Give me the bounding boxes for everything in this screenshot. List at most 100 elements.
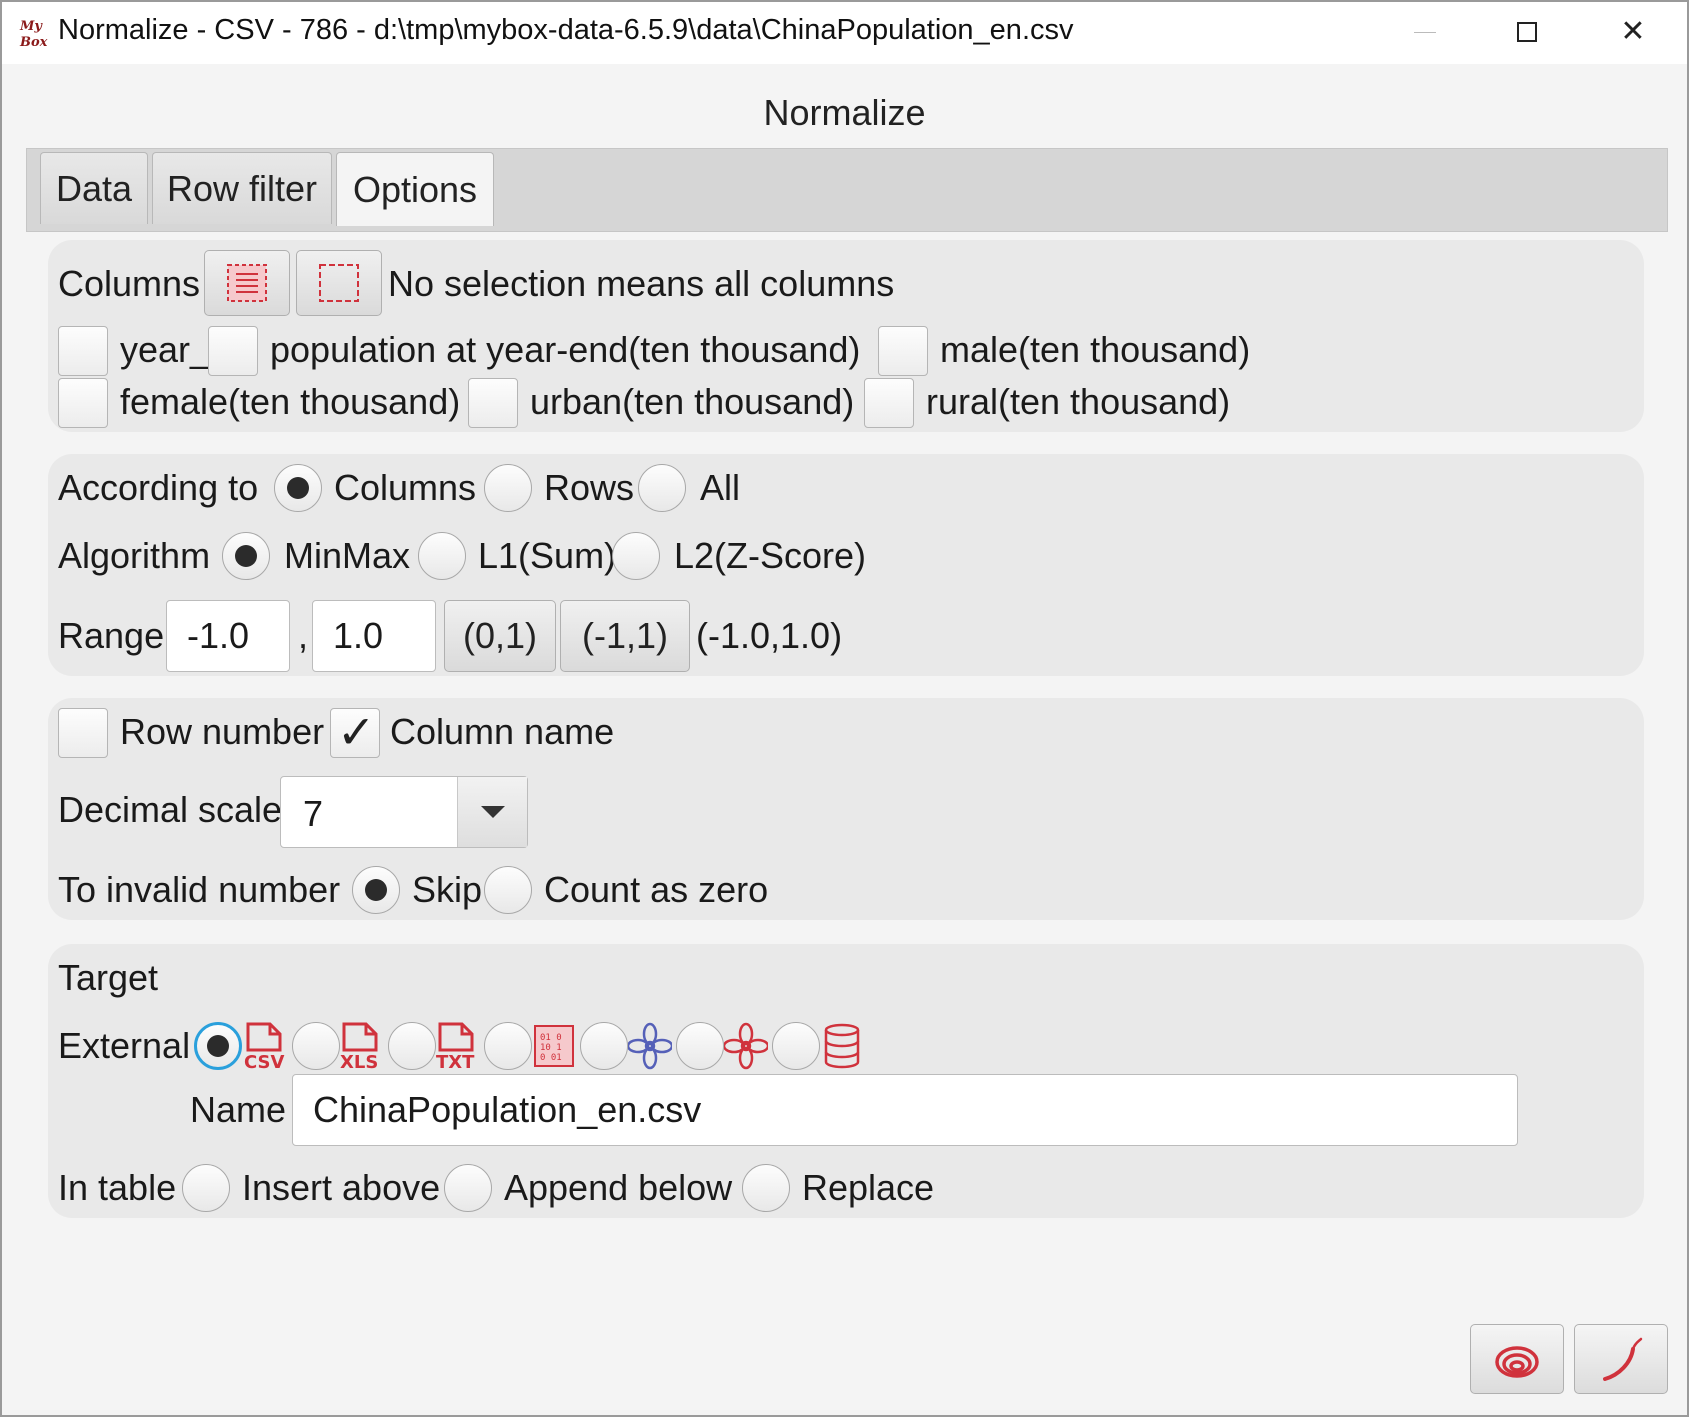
range-from-input[interactable]: -1.0 <box>166 600 290 672</box>
app-logo-icon: My Box <box>18 16 52 50</box>
decimal-scale-value: 7 <box>303 793 324 834</box>
svg-text:01 0: 01 0 <box>540 1033 562 1043</box>
close-icon: ✕ <box>1620 15 1646 48</box>
column-label-year: year_ <box>120 329 211 370</box>
format-csv-radio[interactable] <box>194 1022 242 1070</box>
column-name-label: Column name <box>390 711 615 752</box>
column-label-population: population at year-end(ten thousand) <box>270 329 861 370</box>
title-bar: My Box Normalize - CSV - 786 - d:\tmp\my… <box>0 0 1689 64</box>
column-label-female: female(ten thousand) <box>120 381 461 422</box>
insert-above-label: Insert above <box>242 1167 441 1208</box>
dropdown-arrow-icon[interactable] <box>457 777 527 847</box>
tab-data[interactable]: Data <box>40 152 148 224</box>
spiral-icon <box>1495 1346 1539 1378</box>
format-matrix-radio[interactable] <box>484 1022 532 1070</box>
external-label: External <box>58 1025 191 1066</box>
select-none-icon <box>319 264 359 302</box>
format-xls-radio[interactable] <box>292 1022 340 1070</box>
row-number-label: Row number <box>120 711 325 752</box>
svg-text:Box: Box <box>19 35 48 50</box>
row-number-checkbox[interactable] <box>58 708 108 758</box>
column-checkbox-population[interactable] <box>208 326 258 376</box>
format-txt-radio[interactable] <box>388 1022 436 1070</box>
invalid-number-label: To invalid number <box>58 869 341 910</box>
insert-above-radio[interactable] <box>182 1164 230 1212</box>
algorithm-l2-radio[interactable] <box>612 532 660 580</box>
range-neg1-1-button[interactable]: (-1,1) <box>560 600 690 672</box>
range-0-1-button[interactable]: (0,1) <box>444 600 556 672</box>
column-checkbox-male[interactable] <box>878 326 928 376</box>
invalid-skip-label: Skip <box>412 869 483 910</box>
range-current-value: (-1.0,1.0) <box>696 615 843 656</box>
range-to-input[interactable]: 1.0 <box>312 600 436 672</box>
column-label-rural: rural(ten thousand) <box>926 381 1231 422</box>
chili-icon <box>1603 1337 1643 1381</box>
minimize-icon <box>1414 31 1436 33</box>
csv-file-icon: CSV <box>244 1022 285 1070</box>
column-checkbox-rural[interactable] <box>864 378 914 428</box>
window-title: Normalize - CSV - 786 - d:\tmp\mybox-dat… <box>58 14 1074 46</box>
format-red-flower-radio[interactable] <box>676 1022 724 1070</box>
svg-text:My: My <box>19 19 43 34</box>
output-options-panel: Row number Column name Decimal scale 7 T… <box>48 698 1644 920</box>
replace-radio[interactable] <box>742 1164 790 1212</box>
window-content: Normalize Data Row filter Options Column… <box>2 64 1687 1415</box>
columns-hint: No selection means all columns <box>388 263 895 304</box>
algorithm-label: Algorithm <box>58 535 211 576</box>
svg-text:0 01: 0 01 <box>540 1053 562 1063</box>
according-columns-radio[interactable] <box>274 464 322 512</box>
database-icon <box>824 1023 860 1069</box>
according-label: According to <box>58 467 259 508</box>
invalid-zero-radio[interactable] <box>484 866 532 914</box>
target-panel: Target External CSV XLS TXT 01 0 10 1 0 … <box>48 944 1644 1218</box>
svg-text:10 1: 10 1 <box>540 1043 562 1053</box>
target-name-input[interactable]: ChinaPopulation_en.csv <box>292 1074 1518 1146</box>
invalid-zero-label: Count as zero <box>544 869 769 910</box>
maximize-button[interactable] <box>1482 0 1572 64</box>
replace-label: Replace <box>802 1167 935 1208</box>
decimal-scale-label: Decimal scale <box>58 789 283 830</box>
append-below-label: Append below <box>504 1167 733 1208</box>
tab-row-filter[interactable]: Row filter <box>152 152 332 224</box>
column-checkbox-year[interactable] <box>58 326 108 376</box>
algorithm-minmax-label: MinMax <box>284 535 411 576</box>
select-all-icon <box>227 264 267 302</box>
algorithm-l1-radio[interactable] <box>418 532 466 580</box>
invalid-skip-radio[interactable] <box>352 866 400 914</box>
options-pane: Columns No selection means all columns y… <box>26 232 1668 1382</box>
column-label-urban: urban(ten thousand) <box>530 381 855 422</box>
popup-button[interactable] <box>1574 1324 1668 1394</box>
column-name-checkbox[interactable] <box>330 705 380 759</box>
format-blue-flower-radio[interactable] <box>580 1022 628 1070</box>
xls-file-icon-text: XLS <box>340 1052 378 1070</box>
close-button[interactable]: ✕ <box>1588 0 1678 64</box>
matrix-icon: 01 0 10 1 0 01 <box>534 1025 574 1067</box>
algorithm-panel: According to Columns Rows All Algorithm … <box>48 454 1644 676</box>
maximize-icon <box>1517 22 1537 42</box>
txt-file-icon-text: TXT <box>436 1052 475 1070</box>
decimal-scale-select[interactable]: 7 <box>280 776 528 848</box>
columns-panel: Columns No selection means all columns y… <box>48 240 1644 432</box>
start-button[interactable] <box>1470 1324 1564 1394</box>
select-none-columns-button[interactable] <box>296 250 382 316</box>
according-rows-radio[interactable] <box>484 464 532 512</box>
range-separator: , <box>298 615 309 656</box>
name-label: Name <box>190 1089 287 1130</box>
select-all-columns-button[interactable] <box>204 250 290 316</box>
according-all-label: All <box>700 467 741 508</box>
target-label: Target <box>58 957 159 998</box>
append-below-radio[interactable] <box>444 1164 492 1212</box>
txt-file-icon: TXT <box>436 1022 475 1070</box>
xls-file-icon: XLS <box>340 1022 378 1070</box>
column-checkbox-urban[interactable] <box>468 378 518 428</box>
column-label-male: male(ten thousand) <box>940 329 1251 370</box>
according-columns-label: Columns <box>334 467 477 508</box>
in-table-label: In table <box>58 1167 177 1208</box>
minimize-button[interactable] <box>1380 0 1470 64</box>
columns-label: Columns <box>58 263 201 304</box>
format-database-radio[interactable] <box>772 1022 820 1070</box>
according-all-radio[interactable] <box>638 464 686 512</box>
tab-options[interactable]: Options <box>336 152 494 226</box>
column-checkbox-female[interactable] <box>58 378 108 428</box>
algorithm-minmax-radio[interactable] <box>222 532 270 580</box>
